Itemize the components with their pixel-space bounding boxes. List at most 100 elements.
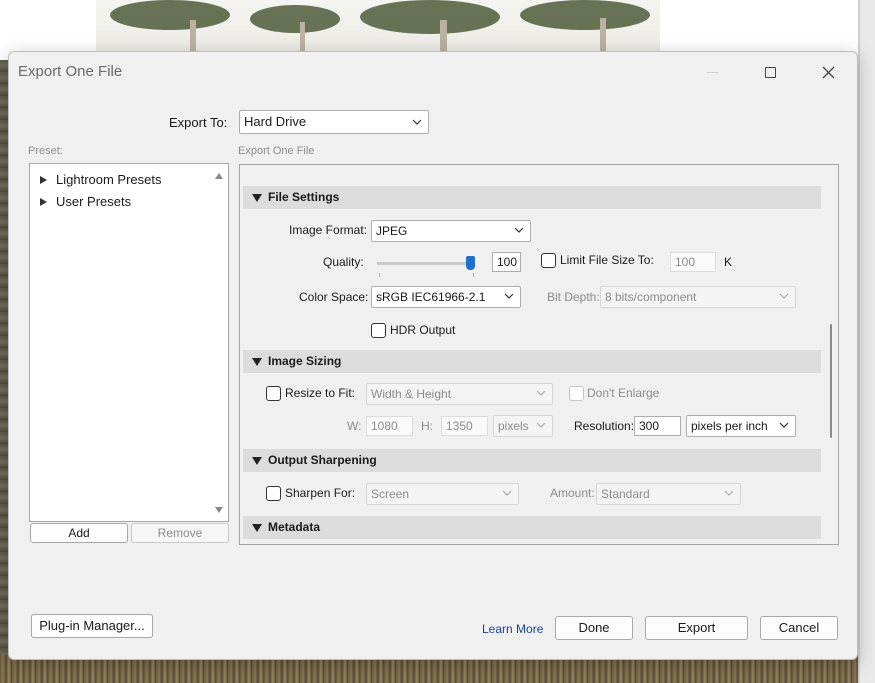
maximize-button[interactable] bbox=[750, 58, 790, 86]
export-to-label: Export To: bbox=[169, 115, 228, 130]
collapse-arrow-icon bbox=[252, 358, 262, 366]
quality-input[interactable]: 100 bbox=[492, 252, 521, 272]
sharpen-for-select[interactable]: Screen bbox=[366, 483, 519, 505]
slider-tick bbox=[473, 273, 474, 277]
export-dialog: Export One File Export To: Hard Drive Pr… bbox=[8, 51, 858, 660]
photo-tree bbox=[110, 0, 230, 30]
chevron-down-icon bbox=[504, 293, 514, 301]
maximize-icon bbox=[764, 66, 776, 78]
section-image-sizing[interactable]: Image Sizing bbox=[243, 350, 821, 373]
title-bar[interactable]: Export One File bbox=[9, 52, 857, 92]
settings-header-label: Export One File bbox=[238, 145, 315, 157]
plugin-manager-button[interactable]: Plug-in Manager... bbox=[31, 614, 153, 638]
minimize-icon bbox=[706, 71, 718, 73]
resolution-input[interactable]: 300 bbox=[634, 416, 681, 436]
width-input[interactable]: 1080 bbox=[366, 416, 413, 436]
height-label: H: bbox=[421, 419, 433, 433]
limit-file-size-label: Limit File Size To: bbox=[560, 253, 654, 267]
preset-folder-label: User Presets bbox=[56, 194, 132, 209]
done-button[interactable]: Done bbox=[555, 616, 633, 640]
color-space-select[interactable]: sRGB IEC61966-2.1 bbox=[371, 286, 521, 308]
amount-select[interactable]: Standard bbox=[596, 483, 741, 505]
hdr-output-label: HDR Output bbox=[390, 323, 456, 337]
preset-folder-label: Lightroom Presets bbox=[56, 172, 162, 187]
quality-slider[interactable] bbox=[377, 256, 475, 270]
export-to-select[interactable]: Hard Drive bbox=[239, 110, 429, 134]
dont-enlarge-checkbox[interactable] bbox=[569, 386, 584, 401]
window-title: Export One File bbox=[18, 63, 123, 80]
color-space-value: sRGB IEC61966-2.1 bbox=[376, 290, 486, 304]
photo-edge-right-border bbox=[858, 0, 860, 683]
photo-tree bbox=[250, 5, 340, 33]
add-preset-button[interactable]: Add bbox=[30, 523, 128, 543]
resolution-unit-select[interactable]: pixels per inch bbox=[686, 415, 796, 437]
color-space-label: Color Space: bbox=[299, 290, 369, 304]
dont-enlarge-label: Don't Enlarge bbox=[587, 386, 660, 400]
image-format-label: Image Format: bbox=[289, 223, 368, 237]
section-title: Metadata bbox=[268, 520, 321, 534]
limit-file-size-unit: K bbox=[724, 255, 733, 269]
limit-file-size-checkbox[interactable] bbox=[541, 253, 556, 268]
section-output-sharpening[interactable]: Output Sharpening bbox=[243, 449, 821, 472]
section-title: File Settings bbox=[268, 190, 340, 204]
preset-label: Preset: bbox=[28, 145, 63, 157]
learn-more-link[interactable]: Learn More bbox=[482, 622, 543, 636]
width-label: W: bbox=[347, 419, 362, 433]
resolution-unit-value: pixels per inch bbox=[691, 419, 768, 433]
collapse-arrow-icon bbox=[252, 457, 262, 465]
close-button[interactable] bbox=[808, 58, 848, 86]
chevron-down-icon bbox=[412, 119, 422, 127]
slider-tick bbox=[379, 273, 380, 277]
settings-panel[interactable]: File Settings Image Format: JPEG Quality… bbox=[239, 164, 839, 545]
resize-to-fit-label: Resize to Fit: bbox=[285, 386, 356, 400]
chevron-down-icon bbox=[502, 490, 512, 498]
photo-tree bbox=[360, 0, 500, 34]
close-icon bbox=[822, 66, 834, 78]
preset-folder-lightroom[interactable]: Lightroom Presets bbox=[40, 172, 162, 187]
resize-mode-value: Width & Height bbox=[371, 387, 452, 401]
section-metadata[interactable]: Metadata bbox=[243, 516, 821, 539]
collapse-arrow-icon bbox=[252, 524, 262, 532]
chevron-down-icon bbox=[779, 293, 789, 301]
quality-slider-fill bbox=[377, 262, 466, 265]
amount-label: Amount: bbox=[550, 486, 595, 500]
chevron-down-icon bbox=[536, 390, 546, 398]
photo-tree bbox=[520, 0, 650, 30]
sharpen-for-checkbox[interactable] bbox=[266, 486, 281, 501]
chevron-down-icon bbox=[724, 490, 734, 498]
bit-depth-value: 8 bits/component bbox=[605, 290, 697, 304]
quality-label: Quality: bbox=[323, 255, 364, 269]
chevron-down-icon bbox=[536, 422, 546, 430]
resolution-label: Resolution: bbox=[574, 419, 635, 433]
quality-slider-thumb[interactable] bbox=[466, 256, 475, 270]
image-format-select[interactable]: JPEG bbox=[371, 220, 531, 242]
expand-arrow-icon[interactable] bbox=[40, 197, 47, 206]
size-units-select[interactable]: pixels bbox=[493, 415, 553, 437]
preset-list[interactable]: Lightroom Presets User Presets bbox=[29, 163, 229, 522]
bit-depth-label: Bit Depth: bbox=[547, 290, 600, 304]
minimize-button[interactable] bbox=[692, 58, 732, 86]
resize-to-fit-checkbox[interactable] bbox=[266, 386, 281, 401]
scroll-down-icon[interactable] bbox=[215, 507, 223, 513]
resize-mode-select[interactable]: Width & Height bbox=[366, 383, 553, 405]
sharpen-for-label: Sharpen For: bbox=[285, 486, 356, 500]
settings-scrollbar[interactable] bbox=[830, 324, 832, 438]
image-format-value: JPEG bbox=[376, 224, 408, 238]
height-input[interactable]: 1350 bbox=[441, 416, 488, 436]
sharpen-for-value: Screen bbox=[371, 487, 410, 501]
size-units-value: pixels bbox=[498, 419, 529, 433]
preset-folder-user[interactable]: User Presets bbox=[40, 194, 131, 209]
export-to-value: Hard Drive bbox=[244, 114, 307, 129]
limit-file-size-input[interactable]: 100 bbox=[670, 252, 716, 272]
export-button[interactable]: Export bbox=[645, 616, 748, 640]
cancel-button[interactable]: Cancel bbox=[760, 616, 838, 640]
expand-arrow-icon[interactable] bbox=[40, 175, 47, 184]
bit-depth-select[interactable]: 8 bits/component bbox=[600, 286, 796, 308]
section-title: Image Sizing bbox=[268, 354, 342, 368]
remove-preset-button[interactable]: Remove bbox=[131, 523, 229, 543]
scroll-up-icon[interactable] bbox=[215, 173, 223, 179]
section-file-settings[interactable]: File Settings bbox=[243, 186, 821, 209]
hdr-output-checkbox[interactable] bbox=[371, 323, 386, 338]
section-title: Output Sharpening bbox=[268, 453, 377, 467]
amount-value: Standard bbox=[601, 487, 650, 501]
